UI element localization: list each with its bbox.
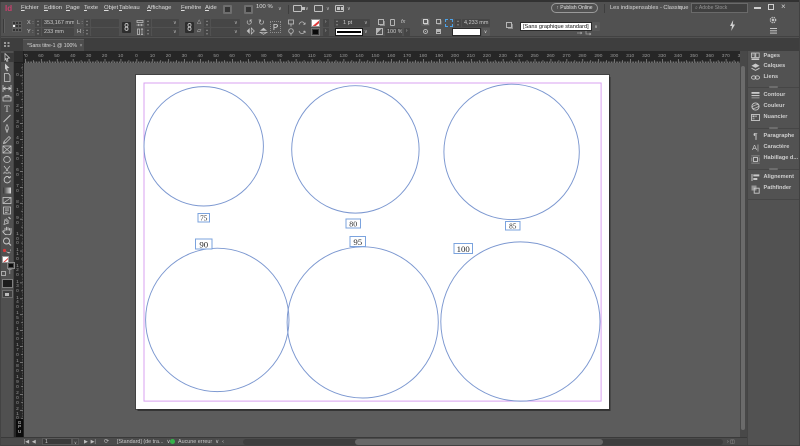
svg-text:100: 100 — [457, 244, 471, 254]
svg-text:95: 95 — [353, 237, 362, 247]
svg-text:75: 75 — [200, 213, 208, 222]
svg-text:90: 90 — [199, 239, 208, 249]
svg-text:85: 85 — [509, 221, 517, 230]
svg-text:T: T — [4, 104, 10, 113]
svg-text:80: 80 — [349, 219, 357, 228]
